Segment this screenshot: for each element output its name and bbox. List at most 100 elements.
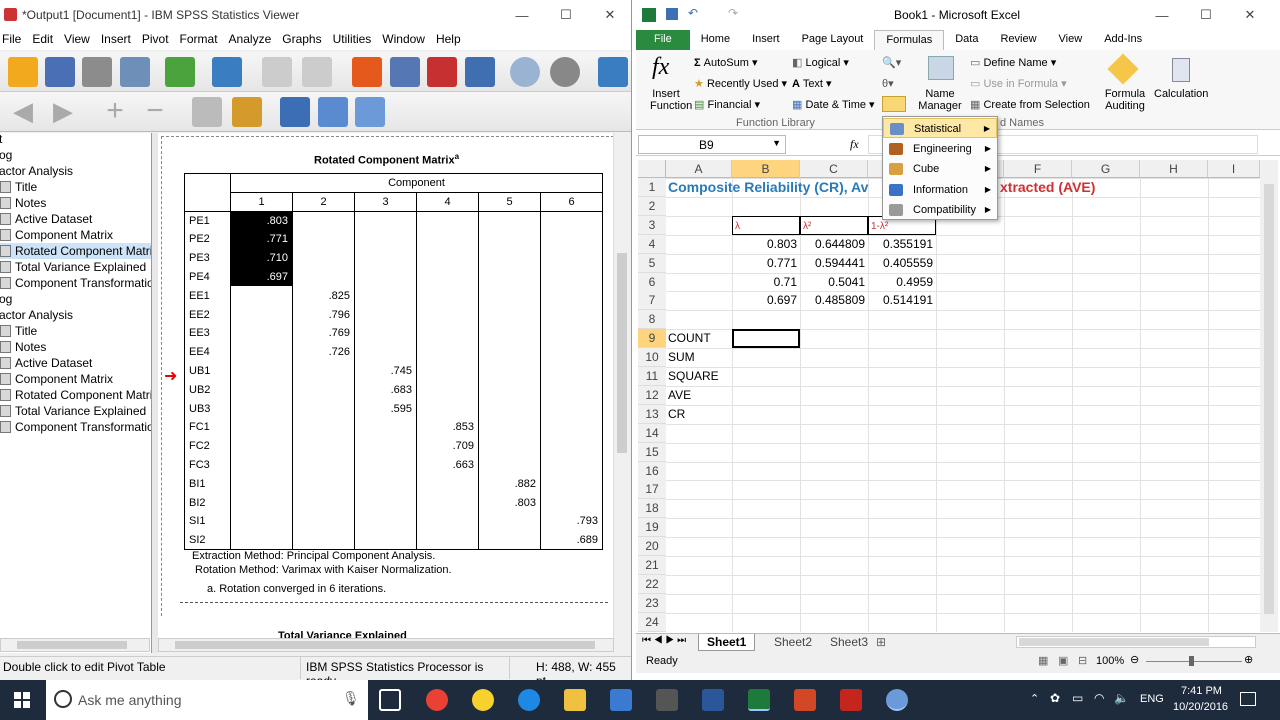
pivot-cell[interactable]	[416, 361, 479, 381]
row-header[interactable]: 18	[638, 499, 666, 519]
pivot-cell[interactable]	[416, 530, 479, 551]
data-cell[interactable]: 0.355191	[868, 235, 936, 254]
row-header[interactable]: 9	[638, 329, 666, 349]
spss-taskbar-icon[interactable]	[886, 689, 908, 711]
pivot-cell[interactable]	[416, 248, 479, 268]
volume-icon[interactable]: 🔈	[1114, 691, 1129, 705]
hide-icon[interactable]	[232, 97, 262, 127]
excel-taskbar-icon[interactable]	[748, 689, 770, 711]
view-normal-icon[interactable]: ▦	[1038, 654, 1048, 667]
language-indicator[interactable]: ENG	[1140, 693, 1164, 705]
pivot-cell[interactable]	[354, 436, 417, 456]
menu-edit[interactable]: Edit	[30, 30, 62, 50]
name-manager-button[interactable]: Name Manager	[918, 88, 962, 112]
tab-insert[interactable]: Insert	[741, 30, 791, 50]
pivot-cell[interactable]	[540, 267, 603, 287]
tab-add-ins[interactable]: Add-Ins	[1093, 30, 1153, 50]
pivot-cell[interactable]	[416, 474, 479, 494]
edge-icon[interactable]	[518, 689, 540, 711]
data-cell[interactable]: 0.5041	[800, 273, 868, 292]
show-icon[interactable]	[192, 97, 222, 127]
calculation-icon[interactable]	[1172, 58, 1190, 82]
row-header[interactable]: 7	[638, 291, 666, 311]
pivot-cell[interactable]	[292, 267, 355, 287]
pivot-cell[interactable]	[354, 530, 417, 551]
pivot-cell[interactable]: .710	[230, 248, 293, 268]
pivot-cell[interactable]	[292, 211, 355, 231]
menu-pivot[interactable]: Pivot	[140, 30, 178, 50]
pivot-cell[interactable]	[230, 399, 293, 419]
row-header[interactable]: 23	[638, 593, 666, 613]
data-cell[interactable]: 0.697	[732, 291, 800, 310]
pivot-cell[interactable]	[354, 211, 417, 231]
outline-item[interactable]: Total Variance Explained	[0, 403, 146, 419]
pivot-cell[interactable]	[354, 455, 417, 475]
goto-variable-icon[interactable]	[390, 57, 420, 87]
lookup-reference-icon[interactable]: 🔍▾	[882, 56, 901, 69]
outline-item[interactable]: og	[0, 147, 12, 163]
content-hscroll[interactable]	[158, 638, 614, 652]
acrobat-icon[interactable]	[840, 689, 862, 711]
sheet-tab-sheet2[interactable]: Sheet2	[766, 635, 820, 649]
microphone-icon[interactable]: 🎙	[342, 690, 360, 707]
pivot-cell[interactable]	[354, 305, 417, 325]
pivot-cell[interactable]	[478, 211, 541, 231]
pivot-cell[interactable]	[354, 342, 417, 362]
menu-utilities[interactable]: Utilities	[331, 30, 381, 50]
pivot-cell[interactable]	[292, 493, 355, 513]
spell-check-icon[interactable]	[598, 57, 628, 87]
pivot-cell[interactable]	[478, 286, 541, 306]
pivot-cell[interactable]	[230, 493, 293, 513]
outline-item[interactable]: Component Transformatio	[0, 275, 151, 291]
menu-item-cube[interactable]: Cube ▶	[883, 159, 997, 179]
word-icon[interactable]	[702, 689, 724, 711]
zoom-out-icon[interactable]: ⊖	[1130, 653, 1139, 666]
pivot-cell[interactable]	[540, 380, 603, 400]
sheet-tab-sheet1[interactable]: Sheet1	[698, 634, 756, 651]
insert-text-icon[interactable]	[355, 97, 385, 127]
pivot-cell[interactable]: .745	[354, 361, 417, 381]
row-header[interactable]: 12	[638, 385, 666, 405]
insert-heading-icon[interactable]	[280, 97, 310, 127]
data-cell[interactable]: 0.4959	[868, 273, 936, 292]
row-header[interactable]: 19	[638, 518, 666, 538]
insert-title-icon[interactable]	[318, 97, 348, 127]
menu-item-compatibility[interactable]: Compatibility ▶	[883, 200, 997, 220]
pivot-cell[interactable]	[354, 286, 417, 306]
outline-item[interactable]: Component Matrix	[0, 371, 113, 387]
use-in-formula-button[interactable]: ▭ Use in Formula ▾	[970, 77, 1067, 90]
pivot-cell[interactable]	[230, 530, 293, 551]
define-name-button[interactable]: ▭ Define Name ▾	[970, 56, 1056, 69]
pivot-cell[interactable]	[416, 305, 479, 325]
pivot-cell[interactable]	[292, 230, 355, 249]
open-folder-icon[interactable]	[8, 57, 38, 87]
pivot-cell[interactable]	[540, 324, 603, 343]
financial-button[interactable]: ▤ Financial ▾	[694, 98, 760, 111]
row-header[interactable]: 14	[638, 423, 666, 443]
column-header[interactable]: F	[1004, 160, 1072, 178]
store-icon[interactable]	[610, 689, 632, 711]
data-cell[interactable]: 0.485809	[800, 291, 868, 310]
view-page-break-icon[interactable]: ⊟	[1078, 654, 1087, 667]
pivot-cell[interactable]	[478, 455, 541, 475]
excel-hscroll[interactable]	[1016, 636, 1256, 648]
data-cell[interactable]: 0.514191	[868, 291, 936, 310]
data-cell[interactable]: 0.771	[732, 254, 800, 273]
label-cell[interactable]: CR	[668, 405, 685, 424]
pivot-cell[interactable]	[478, 230, 541, 249]
pivot-cell[interactable]	[540, 493, 603, 513]
formula-auditing-icon[interactable]	[1107, 53, 1139, 85]
outline-item[interactable]: Title	[0, 323, 37, 339]
column-header[interactable]: B	[732, 160, 800, 178]
pivot-cell[interactable]	[416, 211, 479, 231]
quick-undo-icon[interactable]: ↶	[688, 6, 698, 20]
outline-hscroll[interactable]	[0, 638, 150, 652]
network-icon[interactable]: ▭	[1072, 691, 1083, 705]
pivot-cell[interactable]	[292, 248, 355, 268]
row-header[interactable]: 24	[638, 612, 666, 632]
pivot-cell[interactable]: .882	[478, 474, 541, 494]
outline-item[interactable]: Notes	[0, 195, 46, 211]
outline-item[interactable]: actor Analysis	[0, 163, 73, 179]
use-sets-icon[interactable]	[510, 57, 540, 87]
formula-auditing-button[interactable]: Formula Auditing	[1102, 88, 1148, 112]
